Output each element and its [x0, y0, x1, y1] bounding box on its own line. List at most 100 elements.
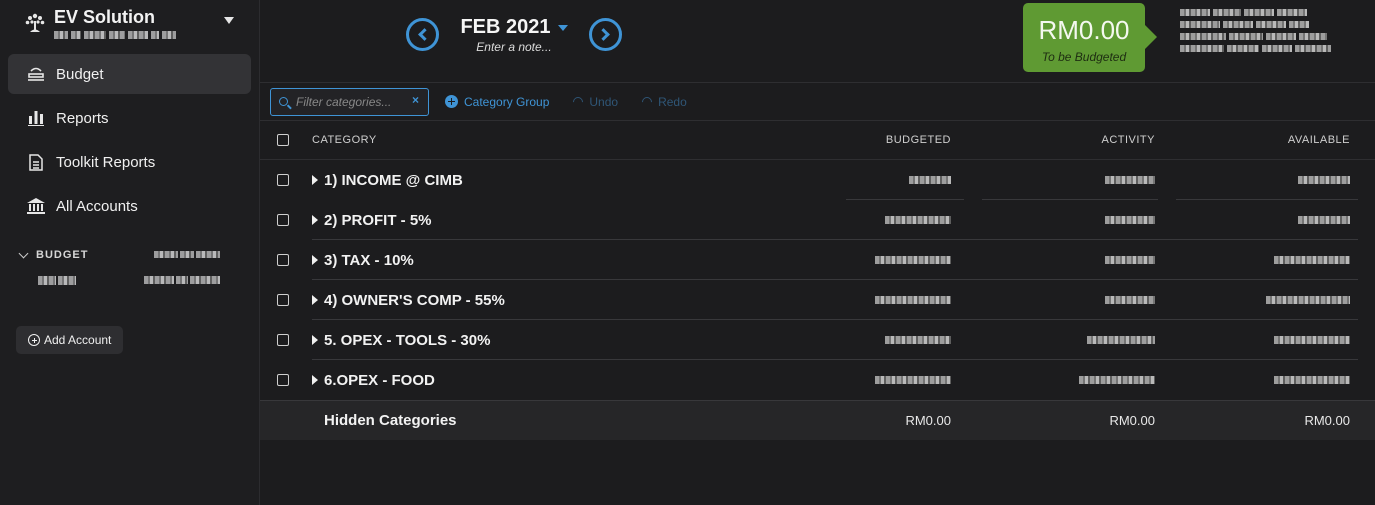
- add-account-button[interactable]: Add Account: [16, 326, 124, 354]
- column-category[interactable]: CATEGORY: [312, 134, 852, 146]
- group-name[interactable]: 5. OPEX - TOOLS - 30%: [324, 332, 490, 349]
- nav-label: Reports: [56, 109, 109, 127]
- row-checkbox[interactable]: [277, 334, 289, 346]
- redo-button[interactable]: Redo: [640, 94, 687, 109]
- account-name-redacted: [38, 276, 76, 285]
- undo-button[interactable]: Undo: [571, 94, 619, 109]
- budget-switcher[interactable]: EV Solution: [0, 0, 259, 50]
- row-checkbox[interactable]: [277, 174, 289, 186]
- tree-logo-icon: [25, 13, 45, 32]
- activity-value-redacted[interactable]: [1105, 216, 1155, 224]
- available-value-redacted[interactable]: [1266, 296, 1350, 304]
- activity-value-redacted[interactable]: [1105, 296, 1155, 304]
- budgeted-value-redacted[interactable]: [875, 296, 951, 304]
- expand-triangle-icon[interactable]: [312, 255, 318, 265]
- nav-all-accounts[interactable]: All Accounts: [8, 186, 251, 226]
- budget-main: FEB 2021 Enter a note... RM0.00 To be Bu…: [260, 0, 1375, 505]
- current-month: FEB 2021: [460, 16, 551, 38]
- row-checkbox[interactable]: [277, 214, 289, 226]
- month-picker[interactable]: FEB 2021 Enter a note...: [439, 16, 589, 54]
- select-all-checkbox[interactable]: [277, 134, 289, 146]
- group-name[interactable]: 4) OWNER'S COMP - 55%: [324, 292, 505, 309]
- budgeted-value-redacted[interactable]: [909, 176, 951, 184]
- table-body: 1) INCOME @ CIMB 2) PROFIT - 5% 3) TAX -…: [260, 160, 1375, 400]
- column-activity[interactable]: ACTIVITY: [951, 134, 1155, 146]
- budgeted-value-redacted[interactable]: [885, 216, 951, 224]
- budget-summary-redacted: [1180, 9, 1360, 57]
- previous-month-button[interactable]: [406, 18, 439, 51]
- expand-triangle-icon[interactable]: [312, 215, 318, 225]
- table-header: CATEGORY BUDGETED ACTIVITY AVAILABLE: [260, 121, 1375, 160]
- clear-filter-icon[interactable]: ×: [412, 93, 419, 107]
- budget-table: CATEGORY BUDGETED ACTIVITY AVAILABLE 1) …: [260, 121, 1375, 440]
- row-checkbox[interactable]: [277, 374, 289, 386]
- nav-budget[interactable]: Budget: [8, 54, 251, 94]
- row-checkbox[interactable]: [277, 254, 289, 266]
- available-value-redacted[interactable]: [1298, 216, 1350, 224]
- available-value-redacted[interactable]: [1274, 256, 1350, 264]
- group-name[interactable]: 1) INCOME @ CIMB: [324, 172, 463, 189]
- hidden-categories-label: Hidden Categories: [324, 411, 457, 429]
- activity-value-redacted[interactable]: [1079, 376, 1155, 384]
- filter-categories: ×: [270, 87, 429, 116]
- category-group-row[interactable]: 1) INCOME @ CIMB: [260, 160, 1375, 200]
- chevron-right-icon: [597, 28, 610, 41]
- add-category-group-button[interactable]: Category Group: [445, 95, 549, 109]
- bar-chart-icon: [26, 108, 46, 128]
- undo-label: Undo: [589, 94, 619, 109]
- available-value-redacted[interactable]: [1298, 176, 1350, 184]
- app-root: EV Solution Budget Reports Toolkit Repor…: [0, 0, 1375, 505]
- budget-icon: [26, 64, 46, 84]
- group-name[interactable]: 3) TAX - 10%: [324, 252, 414, 269]
- main-nav: Budget Reports Toolkit Reports All Accou…: [0, 50, 259, 226]
- activity-value-redacted[interactable]: [1105, 256, 1155, 264]
- group-name[interactable]: 6.OPEX - FOOD: [324, 372, 435, 389]
- expand-triangle-icon[interactable]: [312, 375, 318, 385]
- bank-icon: [26, 196, 46, 216]
- column-available[interactable]: AVAILABLE: [1155, 134, 1350, 146]
- month-note-field[interactable]: Enter a note...: [439, 40, 589, 54]
- budgeted-value-redacted[interactable]: [875, 256, 951, 264]
- caret-down-icon: [557, 24, 568, 31]
- category-group-row[interactable]: 2) PROFIT - 5%: [260, 200, 1375, 240]
- document-icon: [26, 152, 46, 172]
- chevron-down-icon: [18, 248, 29, 258]
- budgeted-value-redacted[interactable]: [885, 336, 951, 344]
- plus-circle-icon: [28, 334, 40, 346]
- category-group-row[interactable]: 5. OPEX - TOOLS - 30%: [260, 320, 1375, 360]
- category-group-row[interactable]: 4) OWNER'S COMP - 55%: [260, 280, 1375, 320]
- account-item[interactable]: [0, 266, 259, 296]
- to-be-budgeted-panel[interactable]: RM0.00 To be Budgeted: [1023, 3, 1157, 72]
- account-group-balance-redacted: [154, 251, 220, 258]
- expand-triangle-icon[interactable]: [312, 295, 318, 305]
- activity-value-redacted[interactable]: [1087, 336, 1155, 344]
- hidden-budgeted: RM0.00: [905, 413, 951, 428]
- hidden-categories-row[interactable]: Hidden Categories RM0.00 RM0.00 RM0.00: [260, 400, 1375, 440]
- budgeted-value-redacted[interactable]: [875, 376, 951, 384]
- nav-reports[interactable]: Reports: [8, 98, 251, 138]
- available-value-redacted[interactable]: [1274, 336, 1350, 344]
- budget-toolbar: × Category Group Undo Redo: [260, 83, 1375, 121]
- nav-toolkit-reports[interactable]: Toolkit Reports: [8, 142, 251, 182]
- budget-header: FEB 2021 Enter a note... RM0.00 To be Bu…: [260, 0, 1375, 83]
- category-group-row[interactable]: 6.OPEX - FOOD: [260, 360, 1375, 400]
- column-budgeted[interactable]: BUDGETED: [852, 134, 951, 146]
- redo-icon: [640, 94, 655, 109]
- group-name[interactable]: 2) PROFIT - 5%: [324, 212, 432, 229]
- account-group-budget[interactable]: BUDGET: [0, 244, 259, 266]
- expand-triangle-icon[interactable]: [312, 335, 318, 345]
- redo-label: Redo: [658, 94, 687, 109]
- category-group-row[interactable]: 3) TAX - 10%: [260, 240, 1375, 280]
- search-icon: [279, 97, 288, 106]
- category-group-label: Category Group: [464, 94, 550, 109]
- sidebar: EV Solution Budget Reports Toolkit Repor…: [0, 0, 260, 505]
- to-be-budgeted-label: To be Budgeted: [1041, 50, 1127, 64]
- next-month-button[interactable]: [589, 18, 622, 51]
- budget-name: EV Solution: [54, 7, 155, 27]
- filter-categories-input[interactable]: [296, 94, 406, 109]
- accounts-section: BUDGET: [0, 230, 259, 296]
- row-checkbox[interactable]: [277, 294, 289, 306]
- activity-value-redacted[interactable]: [1105, 176, 1155, 184]
- expand-triangle-icon[interactable]: [312, 175, 318, 185]
- available-value-redacted[interactable]: [1274, 376, 1350, 384]
